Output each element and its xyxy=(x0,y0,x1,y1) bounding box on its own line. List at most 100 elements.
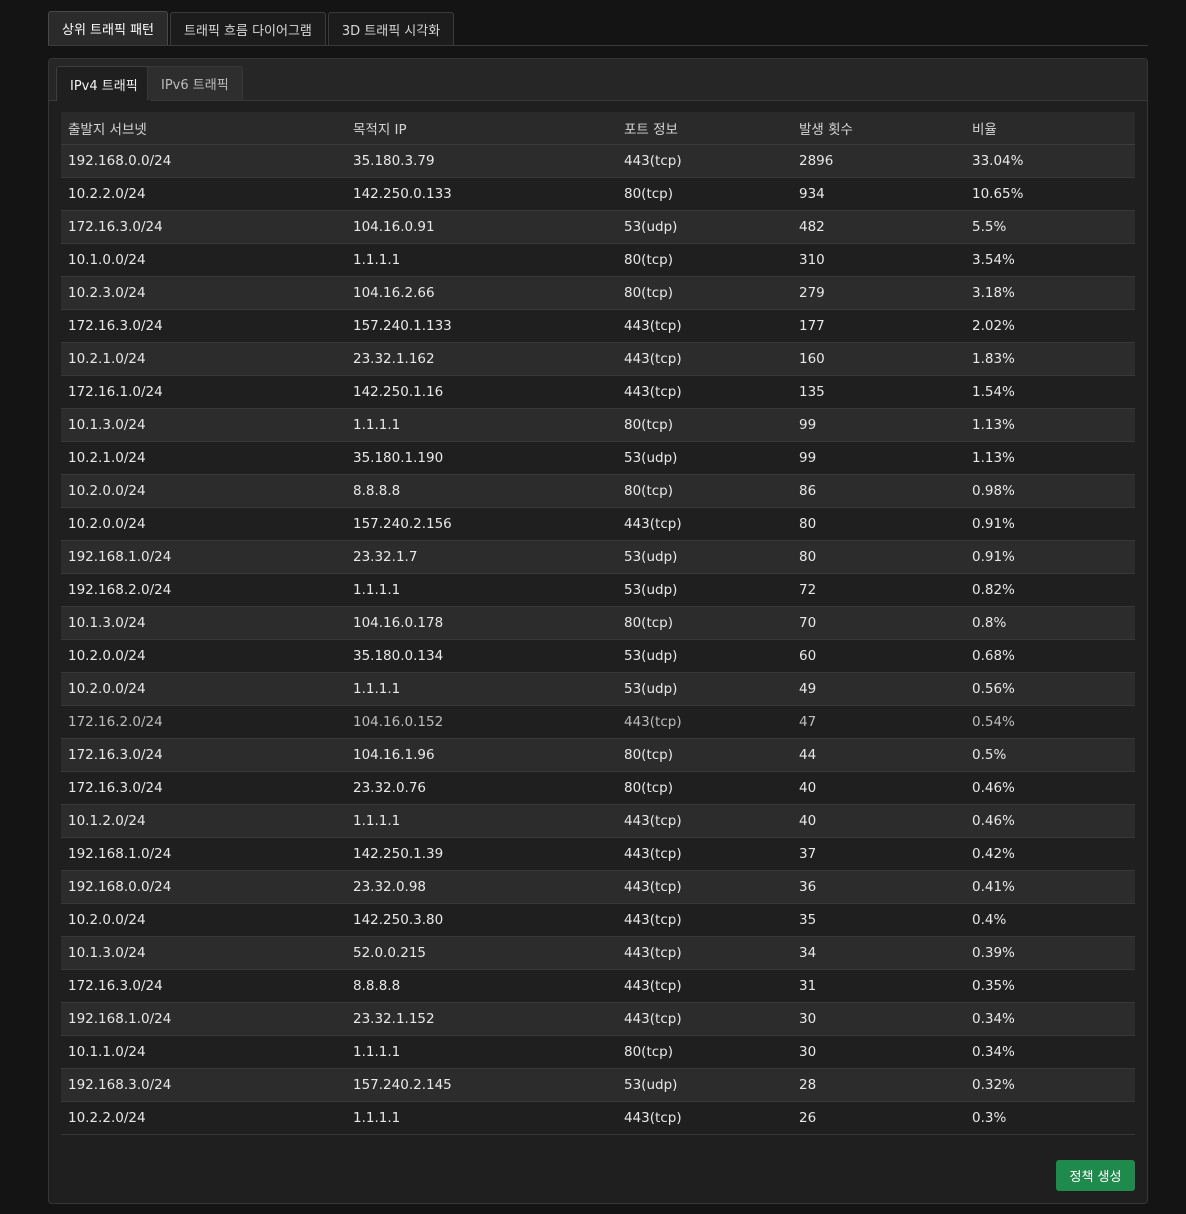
cell-occurrences: 72 xyxy=(792,573,965,607)
cell-source-subnet: 192.168.1.0/24 xyxy=(61,837,346,871)
cell-source-subnet: 10.1.3.0/24 xyxy=(61,408,346,442)
table-row[interactable]: 172.16.2.0/24 104.16.0.152 443(tcp) 47 0.54% xyxy=(61,705,1135,739)
table-row[interactable]: 10.2.0.0/24 35.180.0.134 53(udp) 60 0.68% xyxy=(61,639,1135,673)
cell-port-info: 443(tcp) xyxy=(617,375,792,409)
cell-destination-ip: 35.180.3.79 xyxy=(346,144,617,178)
tab-top-traffic-patterns[interactable]: 상위 트래픽 패턴 xyxy=(48,11,168,45)
table-row[interactable]: 192.168.1.0/24 23.32.1.152 443(tcp) 30 0.34% xyxy=(61,1002,1135,1036)
cell-ratio: 3.18% xyxy=(965,276,1135,310)
cell-port-info: 53(udp) xyxy=(617,441,792,475)
cell-ratio: 0.39% xyxy=(965,936,1135,970)
column-header-port-info[interactable]: 포트 정보 xyxy=(617,112,792,145)
table-row[interactable]: 10.2.2.0/24 142.250.0.133 80(tcp) 934 10.65% xyxy=(61,177,1135,211)
cell-source-subnet: 10.2.0.0/24 xyxy=(61,507,346,541)
table-row[interactable]: 172.16.3.0/24 104.16.1.96 80(tcp) 44 0.5% xyxy=(61,738,1135,772)
cell-destination-ip: 142.250.0.133 xyxy=(346,177,617,211)
cell-occurrences: 177 xyxy=(792,309,965,343)
column-header-destination-ip[interactable]: 목적지 IP xyxy=(346,112,617,145)
table-row[interactable]: 192.168.1.0/24 23.32.1.7 53(udp) 80 0.91% xyxy=(61,540,1135,574)
cell-occurrences: 86 xyxy=(792,474,965,508)
cell-destination-ip: 23.32.1.7 xyxy=(346,540,617,574)
cell-occurrences: 2896 xyxy=(792,144,965,178)
column-header-source-subnet[interactable]: 출발지 서브넷 xyxy=(61,112,346,145)
table-row[interactable]: 172.16.3.0/24 157.240.1.133 443(tcp) 177 2.0… xyxy=(61,309,1135,343)
cell-destination-ip: 157.240.2.145 xyxy=(346,1068,617,1102)
table-row[interactable]: 10.2.0.0/24 1.1.1.1 53(udp) 49 0.56% xyxy=(61,672,1135,706)
cell-source-subnet: 172.16.3.0/24 xyxy=(61,771,346,805)
table-row[interactable]: 10.2.2.0/24 1.1.1.1 443(tcp) 26 0.3% xyxy=(61,1101,1135,1135)
cell-port-info: 80(tcp) xyxy=(617,243,792,277)
table-row[interactable]: 192.168.1.0/24 142.250.1.39 443(tcp) 37 0.42… xyxy=(61,837,1135,871)
cell-occurrences: 47 xyxy=(792,705,965,739)
cell-occurrences: 37 xyxy=(792,837,965,871)
cell-destination-ip: 52.0.0.215 xyxy=(346,936,617,970)
table-row[interactable]: 172.16.3.0/24 104.16.0.91 53(udp) 482 5.5% xyxy=(61,210,1135,244)
cell-port-info: 443(tcp) xyxy=(617,837,792,871)
cell-port-info: 53(udp) xyxy=(617,1068,792,1102)
table-row[interactable]: 10.2.3.0/24 104.16.2.66 80(tcp) 279 3.18% xyxy=(61,276,1135,310)
table-row[interactable]: 10.2.0.0/24 157.240.2.156 443(tcp) 80 0.91% xyxy=(61,507,1135,541)
cell-occurrences: 80 xyxy=(792,540,965,574)
table-row[interactable]: 10.1.1.0/24 1.1.1.1 80(tcp) 30 0.34% xyxy=(61,1035,1135,1069)
table-row[interactable]: 10.1.3.0/24 52.0.0.215 443(tcp) 34 0.39% xyxy=(61,936,1135,970)
cell-source-subnet: 10.2.0.0/24 xyxy=(61,639,346,673)
table-row[interactable]: 10.2.1.0/24 35.180.1.190 53(udp) 99 1.13% xyxy=(61,441,1135,475)
tab-ipv6-traffic[interactable]: IPv6 트래픽 xyxy=(147,66,243,100)
cell-occurrences: 135 xyxy=(792,375,965,409)
cell-port-info: 443(tcp) xyxy=(617,1101,792,1135)
table-header-row: 출발지 서브넷 목적지 IP 포트 정보 발생 횟수 비율 xyxy=(61,112,1135,145)
top-tab-bar: 상위 트래픽 패턴 트래픽 흐름 다이어그램 3D 트래픽 시각화 xyxy=(48,11,1148,46)
cell-destination-ip: 104.16.0.91 xyxy=(346,210,617,244)
table-row[interactable]: 10.1.3.0/24 104.16.0.178 80(tcp) 70 0.8% xyxy=(61,606,1135,640)
cell-ratio: 1.54% xyxy=(965,375,1135,409)
cell-occurrences: 279 xyxy=(792,276,965,310)
table-row[interactable]: 172.16.3.0/24 8.8.8.8 443(tcp) 31 0.35% xyxy=(61,969,1135,1003)
tab-3d-traffic-visualization[interactable]: 3D 트래픽 시각화 xyxy=(327,12,455,45)
column-header-occurrences[interactable]: 발생 횟수 xyxy=(792,112,965,145)
cell-occurrences: 49 xyxy=(792,672,965,706)
cell-destination-ip: 104.16.0.178 xyxy=(346,606,617,640)
table-row[interactable]: 192.168.3.0/24 157.240.2.145 53(udp) 28 0.32… xyxy=(61,1068,1135,1102)
table-row[interactable]: 10.2.1.0/24 23.32.1.162 443(tcp) 160 1.83% xyxy=(61,342,1135,376)
cell-destination-ip: 157.240.1.133 xyxy=(346,309,617,343)
cell-occurrences: 934 xyxy=(792,177,965,211)
traffic-table: 출발지 서브넷 목적지 IP 포트 정보 발생 횟수 비율 192.168.0.… xyxy=(61,112,1135,1135)
cell-destination-ip: 8.8.8.8 xyxy=(346,474,617,508)
table-row[interactable]: 192.168.0.0/24 23.32.0.98 443(tcp) 36 0.41% xyxy=(61,870,1135,904)
cell-destination-ip: 142.250.1.16 xyxy=(346,375,617,409)
cell-occurrences: 36 xyxy=(792,870,965,904)
cell-source-subnet: 192.168.1.0/24 xyxy=(61,1002,346,1036)
table-row[interactable]: 172.16.1.0/24 142.250.1.16 443(tcp) 135 1.54… xyxy=(61,375,1135,409)
tab-label: 3D 트래픽 시각화 xyxy=(341,23,441,39)
table-row[interactable]: 10.2.0.0/24 142.250.3.80 443(tcp) 35 0.4% xyxy=(61,903,1135,937)
cell-source-subnet: 172.16.2.0/24 xyxy=(61,705,346,739)
cell-source-subnet: 192.168.1.0/24 xyxy=(61,540,346,574)
cell-source-subnet: 10.1.3.0/24 xyxy=(61,936,346,970)
tab-label: IPv4 트래픽 xyxy=(70,78,138,94)
table-row[interactable]: 172.16.3.0/24 23.32.0.76 80(tcp) 40 0.46% xyxy=(61,771,1135,805)
tab-traffic-flow-diagram[interactable]: 트래픽 흐름 다이어그램 xyxy=(170,12,326,45)
cell-source-subnet: 10.2.0.0/24 xyxy=(61,672,346,706)
cell-port-info: 53(udp) xyxy=(617,573,792,607)
cell-ratio: 0.91% xyxy=(965,540,1135,574)
table-row[interactable]: 192.168.0.0/24 35.180.3.79 443(tcp) 2896 33.… xyxy=(61,144,1135,178)
cell-ratio: 0.56% xyxy=(965,672,1135,706)
cell-occurrences: 482 xyxy=(792,210,965,244)
cell-source-subnet: 172.16.3.0/24 xyxy=(61,969,346,1003)
cell-destination-ip: 1.1.1.1 xyxy=(346,1101,617,1135)
table-row[interactable]: 192.168.2.0/24 1.1.1.1 53(udp) 72 0.82% xyxy=(61,573,1135,607)
cell-ratio: 0.91% xyxy=(965,507,1135,541)
column-header-ratio[interactable]: 비율 xyxy=(965,112,1135,145)
cell-source-subnet: 192.168.2.0/24 xyxy=(61,573,346,607)
table-row[interactable]: 10.1.3.0/24 1.1.1.1 80(tcp) 99 1.13% xyxy=(61,408,1135,442)
table-row[interactable]: 10.1.2.0/24 1.1.1.1 443(tcp) 40 0.46% xyxy=(61,804,1135,838)
tab-ipv4-traffic[interactable]: IPv4 트래픽 xyxy=(56,66,152,101)
cell-destination-ip: 23.32.1.152 xyxy=(346,1002,617,1036)
cell-source-subnet: 172.16.3.0/24 xyxy=(61,210,346,244)
cell-port-info: 80(tcp) xyxy=(617,276,792,310)
table-row[interactable]: 10.2.0.0/24 8.8.8.8 80(tcp) 86 0.98% xyxy=(61,474,1135,508)
table-row[interactable]: 10.1.0.0/24 1.1.1.1 80(tcp) 310 3.54% xyxy=(61,243,1135,277)
traffic-analysis-page: 상위 트래픽 패턴 트래픽 흐름 다이어그램 3D 트래픽 시각화 IPv4 트… xyxy=(0,0,1186,1214)
create-policy-button[interactable]: 정책 생성 xyxy=(1056,1160,1135,1191)
sub-tab-bar: IPv4 트래픽 IPv6 트래픽 xyxy=(49,59,1147,101)
